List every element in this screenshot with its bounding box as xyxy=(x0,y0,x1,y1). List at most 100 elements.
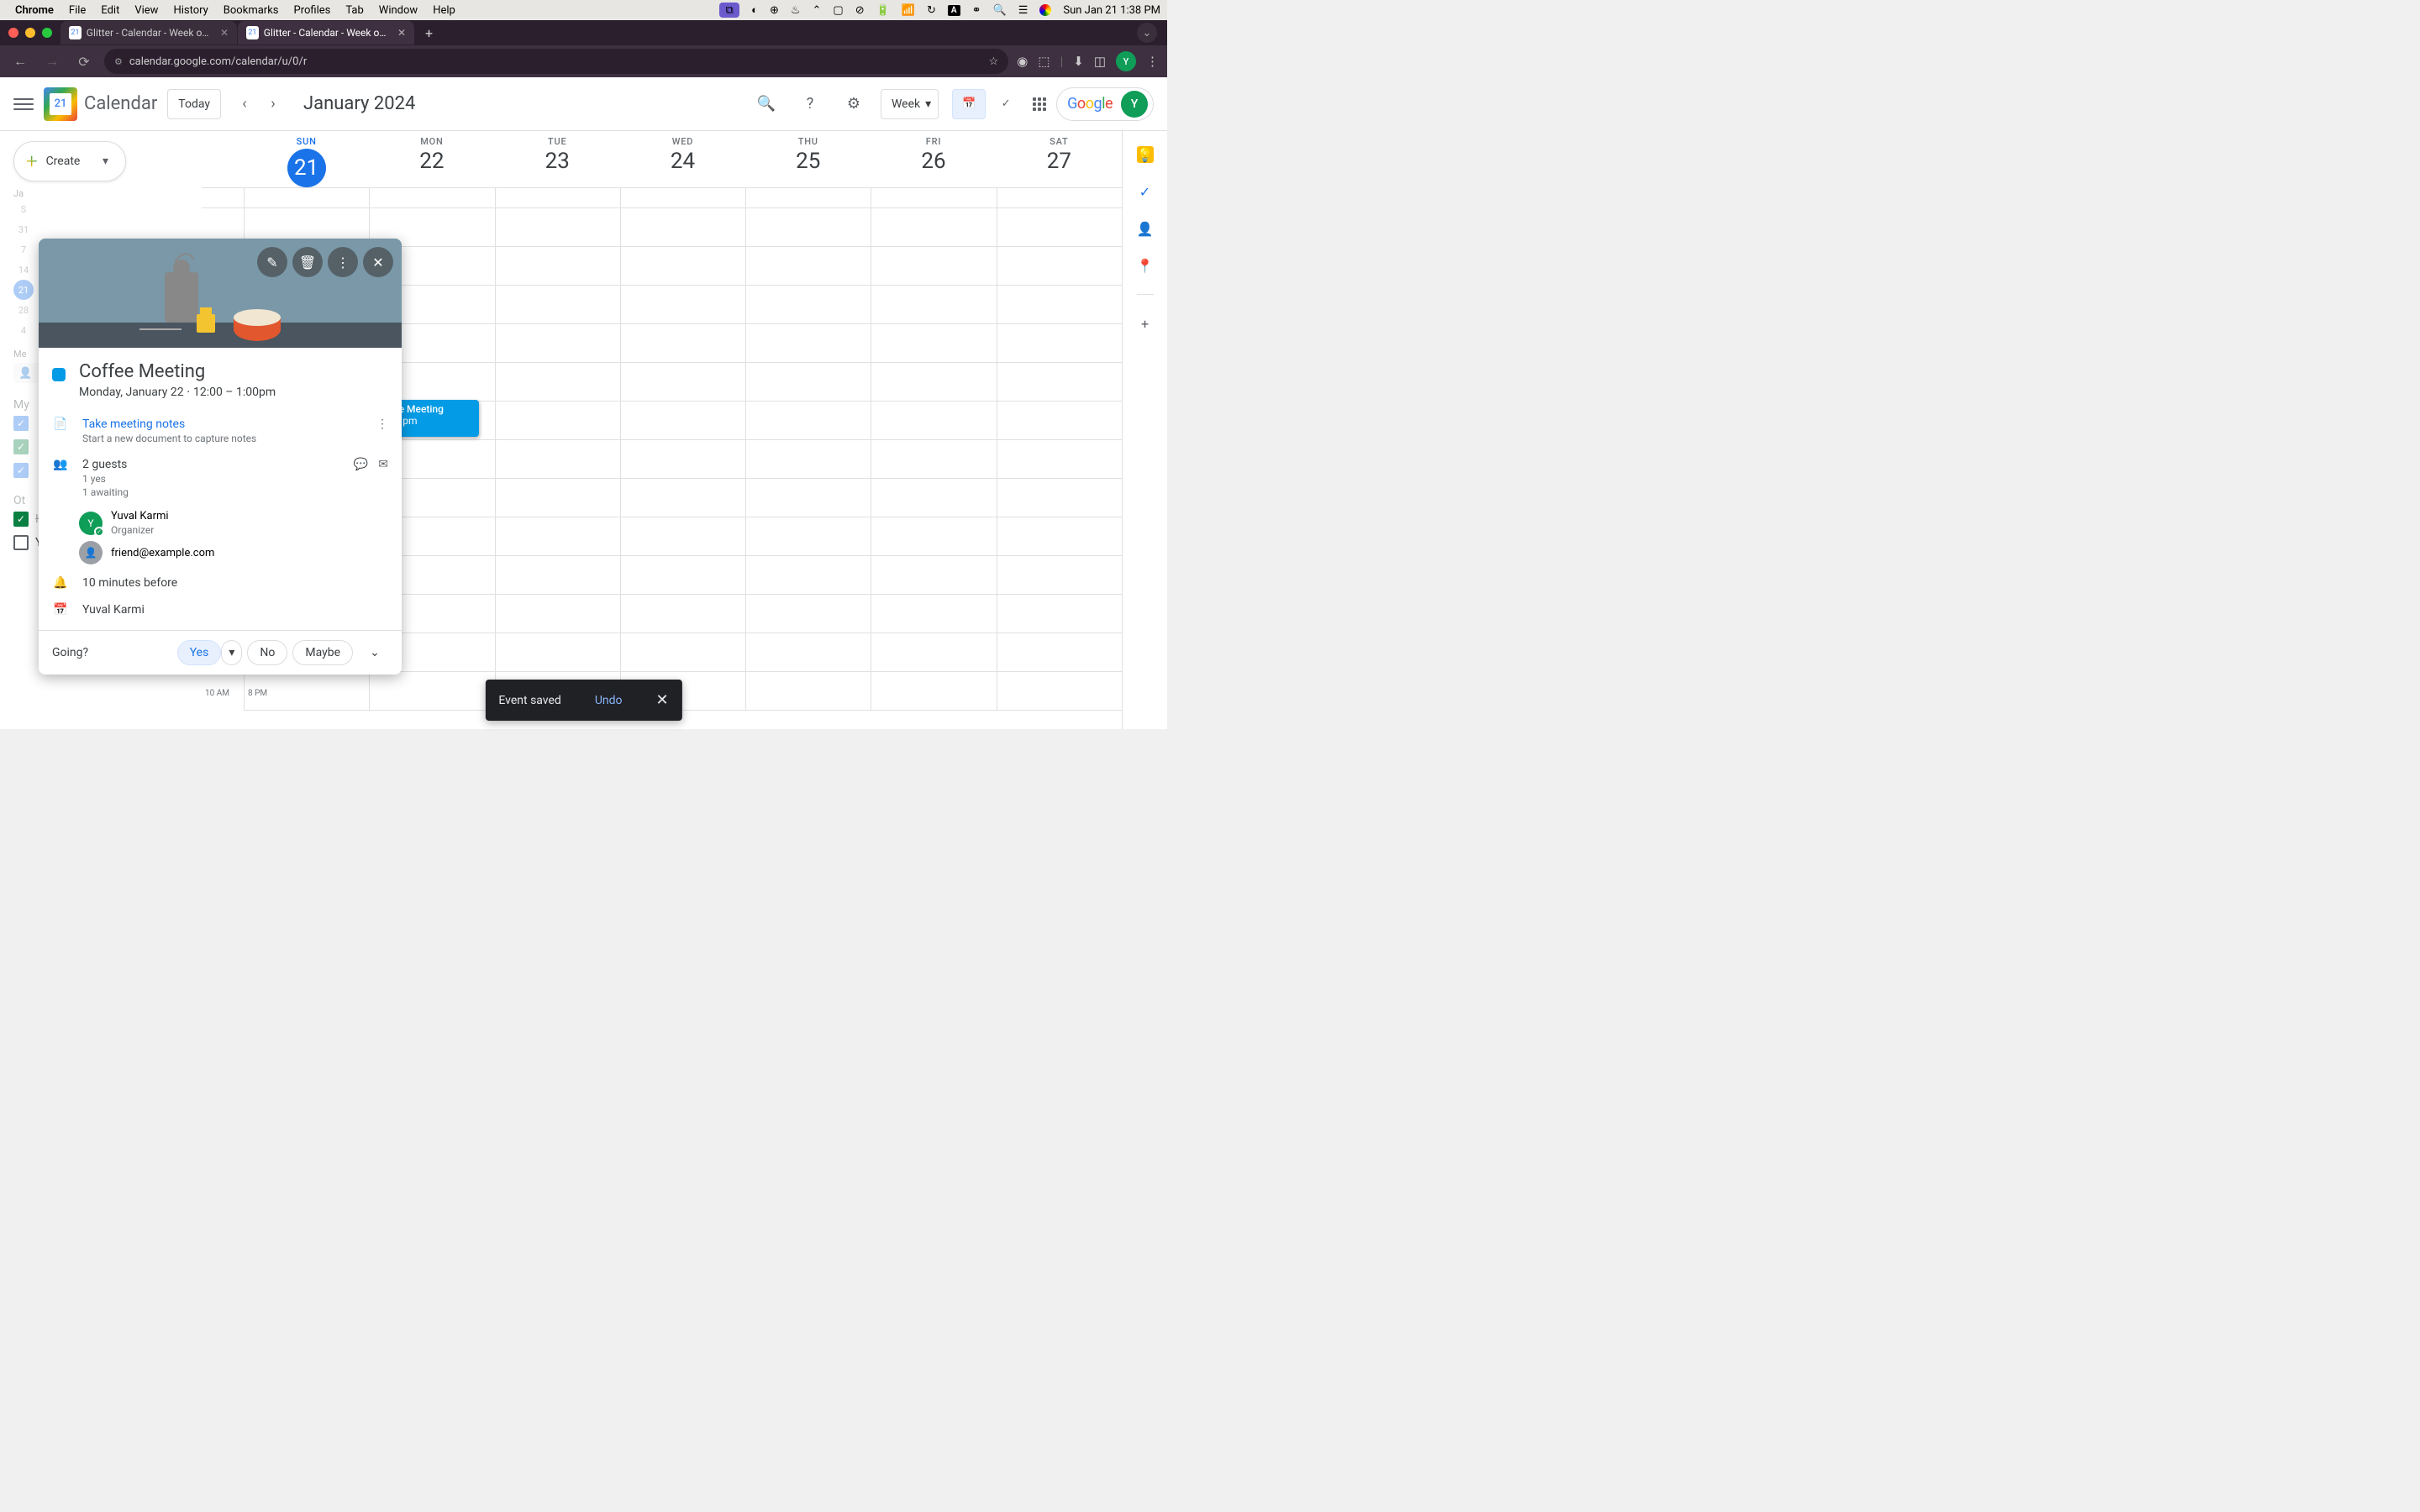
rsvp-no[interactable]: No xyxy=(247,640,287,665)
account-avatar[interactable]: Y xyxy=(1121,91,1148,118)
edit-event-button[interactable]: ✎ xyxy=(257,247,287,277)
profile-avatar[interactable]: Y xyxy=(1116,51,1136,71)
menu-view[interactable]: View xyxy=(134,4,158,17)
status-icon-2[interactable]: ⊕ xyxy=(770,4,779,17)
all-day-row xyxy=(202,188,1122,208)
addons-plus-icon[interactable]: + xyxy=(1137,315,1154,332)
menu-app[interactable]: Chrome xyxy=(15,4,54,17)
extensions-icon[interactable]: ⬚ xyxy=(1038,54,1050,69)
window-minimize[interactable] xyxy=(25,28,35,38)
menu-edit[interactable]: Edit xyxy=(101,4,119,17)
status-icon-3[interactable]: ♨ xyxy=(791,4,801,17)
menu-help[interactable]: Help xyxy=(433,4,455,17)
screen-record-icon[interactable]: ⧉ xyxy=(719,3,739,18)
take-notes-link[interactable]: Take meeting notes xyxy=(82,417,363,431)
reload-button[interactable]: ⟳ xyxy=(72,54,96,70)
search-icon[interactable]: 🔍 xyxy=(750,87,783,121)
status-icon-1[interactable]: ◐ xyxy=(751,3,758,17)
control-center-icon[interactable]: ☰ xyxy=(1018,4,1028,17)
tab-close[interactable]: ✕ xyxy=(397,27,406,39)
tab-close[interactable]: ✕ xyxy=(220,27,229,39)
rsvp-yes[interactable]: Yes xyxy=(177,640,222,665)
window-maximize[interactable] xyxy=(42,28,52,38)
notes-options-icon[interactable]: ⋮ xyxy=(376,417,388,431)
extension-icon-1[interactable]: ◉ xyxy=(1017,54,1028,69)
chevron-down-icon: ▾ xyxy=(103,155,108,168)
tasks-icon[interactable]: ✓ xyxy=(1137,183,1154,200)
prev-period-button[interactable]: ‹ xyxy=(231,91,258,118)
menu-tab[interactable]: Tab xyxy=(345,4,363,17)
new-tab-button[interactable]: + xyxy=(425,25,433,41)
siri-icon[interactable] xyxy=(1039,4,1051,16)
chrome-menu-icon[interactable]: ⋮ xyxy=(1146,54,1159,69)
day-header-sun[interactable]: SUN21 xyxy=(244,131,369,187)
tasks-view-toggle[interactable]: ✓ xyxy=(989,89,1023,119)
google-account-chip[interactable]: Google Y xyxy=(1056,87,1154,121)
tab-dropdown[interactable]: ⌄ xyxy=(1137,23,1157,43)
chat-icon[interactable]: 💬 xyxy=(354,458,368,471)
sidepanel-icon[interactable]: ◫ xyxy=(1094,54,1106,69)
time-machine-icon[interactable]: ↻ xyxy=(927,4,936,17)
day-header-tue[interactable]: TUE23 xyxy=(495,131,620,187)
spotlight-icon[interactable]: 🔍 xyxy=(993,4,1007,17)
tab-1[interactable]: 21 Glitter - Calendar - Week of J… ✕ xyxy=(238,21,414,45)
menu-history[interactable]: History xyxy=(173,4,208,17)
bluetooth-icon[interactable]: ⚭ xyxy=(972,4,981,17)
wifi-icon[interactable]: 📶 xyxy=(902,4,915,17)
tab-title: Glitter - Calendar - Week of J… xyxy=(264,27,387,39)
maps-icon[interactable]: 📍 xyxy=(1137,257,1154,274)
event-options-button[interactable]: ⋮ xyxy=(328,247,358,277)
menu-file[interactable]: File xyxy=(69,4,86,17)
toast-undo[interactable]: Undo xyxy=(595,694,623,707)
calendar-view-toggle[interactable]: 📅 xyxy=(952,89,986,119)
downloads-icon[interactable]: ⬇ xyxy=(1073,54,1084,69)
url-text: calendar.google.com/calendar/u/0/r xyxy=(129,55,307,68)
day-header-sat[interactable]: SAT27 xyxy=(997,131,1122,187)
delete-event-button[interactable]: 🗑 xyxy=(292,247,323,277)
clock[interactable]: Sun Jan 21 1:38 PM xyxy=(1063,4,1160,17)
view-selector[interactable]: Week ▾ xyxy=(881,89,939,119)
back-button[interactable]: ← xyxy=(8,53,32,70)
address-bar[interactable]: ⚙ calendar.google.com/calendar/u/0/r ☆ xyxy=(104,49,1008,74)
email-icon[interactable]: ✉ xyxy=(378,458,388,471)
status-icon-5[interactable]: ▢ xyxy=(833,4,843,17)
status-icon-4[interactable]: ⌃ xyxy=(813,4,822,17)
keep-icon[interactable]: 💡 xyxy=(1137,146,1154,163)
rsvp-yes-dropdown[interactable]: ▾ xyxy=(221,640,242,665)
bookmark-star-icon[interactable]: ☆ xyxy=(989,55,999,68)
close-popup-button[interactable]: ✕ xyxy=(363,247,393,277)
guest-organizer[interactable]: Y✓ Yuval Karmi Organizer xyxy=(79,510,388,536)
settings-icon[interactable]: ⚙ xyxy=(837,87,871,121)
guest-friend[interactable]: 👤 friend@example.com xyxy=(79,541,388,564)
google-apps-icon[interactable] xyxy=(1033,97,1046,111)
doc-icon: 📄 xyxy=(52,417,69,431)
menu-bookmarks[interactable]: Bookmarks xyxy=(224,4,279,17)
guest-avatar: 👤 xyxy=(79,541,103,564)
create-button[interactable]: + Create ▾ xyxy=(13,141,126,181)
day-header-thu[interactable]: THU25 xyxy=(745,131,871,187)
tab-0[interactable]: 21 Glitter - Calendar - Week of J… ✕ xyxy=(60,21,237,45)
day-header-mon[interactable]: MON22 xyxy=(369,131,494,187)
window-close[interactable] xyxy=(8,28,18,38)
today-button[interactable]: Today xyxy=(167,89,221,119)
main-menu-button[interactable] xyxy=(13,98,34,110)
day-header-wed[interactable]: WED24 xyxy=(620,131,745,187)
next-period-button[interactable]: › xyxy=(260,91,287,118)
site-info-icon[interactable]: ⚙ xyxy=(114,56,123,67)
status-icon-6[interactable]: ⊘ xyxy=(855,4,865,17)
month-label[interactable]: January 2024 xyxy=(303,93,415,114)
rsvp-expand[interactable]: ⌄ xyxy=(361,639,388,666)
toast-close[interactable]: ✕ xyxy=(656,691,669,709)
text-input-icon[interactable]: A xyxy=(948,5,960,16)
guests-count: 2 guests xyxy=(82,458,340,471)
people-icon: 👥 xyxy=(52,458,69,471)
forward-button[interactable]: → xyxy=(40,53,64,70)
menu-window[interactable]: Window xyxy=(379,4,418,17)
rsvp-maybe[interactable]: Maybe xyxy=(292,640,353,665)
calendar-logo[interactable]: 21 Calendar xyxy=(44,87,157,121)
contacts-icon[interactable]: 👤 xyxy=(1137,220,1154,237)
help-icon[interactable]: ? xyxy=(793,87,827,121)
day-header-fri[interactable]: FRI26 xyxy=(871,131,996,187)
menu-profiles[interactable]: Profiles xyxy=(294,4,331,17)
battery-icon[interactable]: 🔋 xyxy=(876,4,890,17)
